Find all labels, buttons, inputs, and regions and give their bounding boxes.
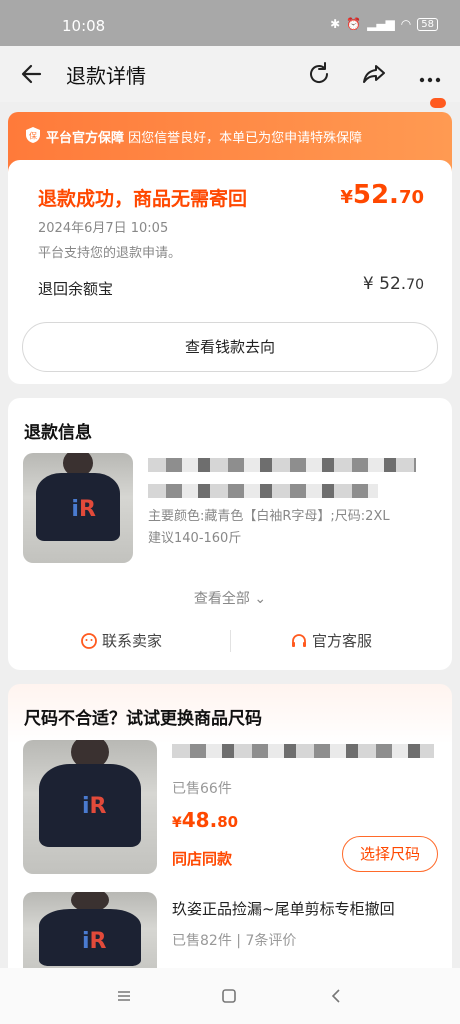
dest-amount-dec: 70	[406, 277, 424, 293]
share-icon[interactable]	[360, 60, 388, 88]
guarantee-badge: 平台官方保障	[46, 131, 125, 146]
refund-amount-int: 52.	[352, 180, 399, 210]
price-symbol: ¥	[172, 815, 182, 831]
signal-icon: ▂▄▆	[367, 17, 395, 31]
same-shop-tag: 同店同款	[172, 850, 233, 868]
official-service-label: 官方客服	[312, 632, 373, 650]
suggested-price: ¥48.80	[172, 808, 238, 832]
review-count: 7条评价	[245, 933, 297, 949]
view-all-link[interactable]: 查看全部 ⌄	[8, 588, 452, 608]
choose-size-button[interactable]: 选择尺码	[342, 836, 438, 872]
shield-icon: 保	[26, 127, 40, 143]
blurred-product-title-line2	[148, 484, 378, 498]
refund-destination-amount: ¥ 52.70	[363, 274, 424, 294]
seller-chat-icon	[81, 632, 97, 649]
guarantee-text: 平台官方保障 因您信誉良好，本单已为您申请特殊保障	[46, 127, 362, 146]
refund-destination-label: 退回余额宝	[38, 280, 114, 298]
svg-text:保: 保	[29, 131, 37, 141]
refresh-icon[interactable]	[305, 60, 333, 88]
refund-info-heading: 退款信息	[24, 423, 92, 443]
refund-note: 平台支持您的退款申请。	[38, 246, 182, 261]
sold-and-reviews: 已售82件 | 7条评价	[172, 933, 297, 949]
page-title: 退款详情	[66, 64, 146, 88]
contact-seller-label: 联系卖家	[102, 632, 163, 650]
refund-status: 退款成功，商品无需寄回	[38, 188, 248, 210]
headset-icon	[292, 633, 306, 647]
status-icons: ✱ ⏰ ▂▄▆ ◠ 58	[330, 17, 438, 31]
product-spec: 主要颜色:藏青色【白袖R字母】;尺码:2XL 建议140-160斤	[148, 509, 390, 546]
refund-amount-dec: 70	[398, 187, 424, 208]
status-bar: 10:08 ✱ ⏰ ▂▄▆ ◠ 58	[0, 0, 460, 46]
more-icon[interactable]	[416, 60, 444, 88]
refund-status-card: 退款成功，商品无需寄回 ¥52.70 2024年6月7日 10:05 平台支持您…	[8, 160, 452, 384]
official-service-button[interactable]: 官方客服	[290, 630, 372, 651]
system-back-icon[interactable]	[326, 986, 346, 1006]
refund-date: 2024年6月7日 10:05	[38, 221, 169, 236]
contact-actions: 联系卖家 官方客服	[8, 624, 452, 660]
price-dec: 80	[217, 813, 239, 831]
sold-count-2: 已售82件	[172, 933, 232, 949]
product-thumbnail[interactable]: iR	[23, 453, 133, 563]
chevron-down-icon: ⌄	[254, 591, 267, 607]
track-money-button[interactable]: 查看钱款去向	[22, 322, 438, 372]
bluetooth-icon: ✱	[330, 17, 341, 31]
suggested-product-thumbnail[interactable]: iR	[23, 740, 157, 874]
alarm-icon: ⏰	[346, 17, 362, 31]
back-arrow-icon[interactable]	[18, 60, 46, 88]
top-nav-bar: 退款详情	[0, 46, 460, 108]
refund-amount: ¥52.70	[340, 180, 424, 210]
dest-amount-int: ¥ 52.	[362, 274, 407, 294]
wifi-icon: ◠	[400, 17, 412, 31]
system-nav-bar	[0, 968, 460, 1024]
refund-info-card: 退款信息 iR 主要颜色:藏青色【白袖R字母】;尺码:2XL 建议140-160…	[8, 398, 452, 670]
divider	[230, 630, 231, 652]
status-time: 10:08	[62, 17, 106, 35]
menu-icon[interactable]	[114, 986, 134, 1006]
price-int: 48.	[181, 808, 218, 832]
contact-seller-button[interactable]: 联系卖家	[80, 630, 162, 651]
refund-amount-symbol: ¥	[340, 187, 353, 208]
battery-icon: 58	[417, 17, 438, 31]
suggested-product-name[interactable]: 玖姿正品捡漏~尾单剪标专柜撤回	[172, 898, 395, 919]
blurred-suggested-title	[172, 744, 434, 758]
home-icon[interactable]	[219, 986, 239, 1006]
blurred-product-title	[148, 458, 416, 472]
sold-count: 已售66件	[172, 781, 232, 797]
notification-dot	[430, 98, 446, 108]
size-suggest-card: 尺码不合适？试试更换商品尺码 iR 已售66件 ¥48.80 同店同款 选择尺码…	[8, 684, 452, 984]
view-all-label: 查看全部	[193, 591, 250, 607]
guarantee-message: 因您信誉良好，本单已为您申请特殊保障	[128, 131, 363, 146]
size-suggest-heading: 尺码不合适？试试更换商品尺码	[24, 709, 262, 729]
